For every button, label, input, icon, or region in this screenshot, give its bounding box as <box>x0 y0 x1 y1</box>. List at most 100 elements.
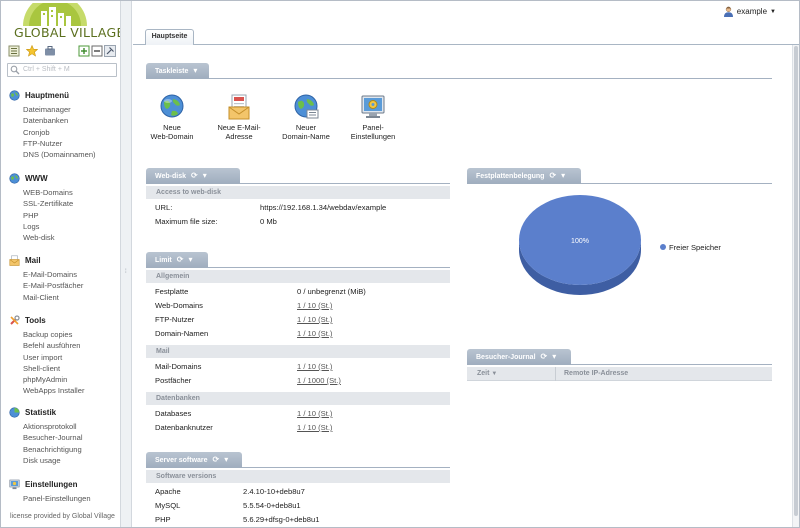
limit-row-link[interactable]: 1 / 1000 (St.) <box>297 374 341 388</box>
sidebar-item[interactable]: Backup copies <box>23 329 84 340</box>
limit-row-link[interactable]: 1 / 10 (St.) <box>297 360 332 374</box>
mail-icon <box>228 94 250 120</box>
sidebar-item[interactable]: Logs <box>23 221 73 232</box>
server-tab[interactable]: Server software ⟳ ▾ <box>146 452 242 468</box>
sidebar-section-title: Tools <box>25 315 46 325</box>
server-apache-label: Apache <box>155 487 181 496</box>
limit-row-link[interactable]: 1 / 10 (St.) <box>297 421 332 435</box>
chevron-down-icon[interactable]: ▾ <box>203 168 207 184</box>
vertical-scrollbar[interactable] <box>792 45 799 527</box>
list-view-icon[interactable] <box>8 45 20 57</box>
globe-icon <box>294 94 319 119</box>
refresh-icon[interactable]: ⟳ <box>549 168 556 184</box>
webdisk-tab[interactable]: Web-disk ⟳ ▾ <box>146 168 240 184</box>
pin-icon[interactable] <box>104 45 116 57</box>
sidebar-item[interactable]: Cronjob <box>23 127 96 138</box>
refresh-icon[interactable]: ⟳ <box>541 349 548 365</box>
sidebar-item[interactable]: Aktionsprotokoll <box>23 421 83 432</box>
journal-panel-header: Besucher-Journal ⟳ ▾ <box>467 349 772 365</box>
limit-row-link[interactable]: 1 / 10 (St.) <box>297 327 332 341</box>
sidebar-item-list: E-Mail-Domains E-Mail-Postfächer Mail-Clie… <box>23 269 83 303</box>
journal-col-ip[interactable]: Remote IP-Adresse <box>564 367 628 381</box>
sidebar-section-header[interactable]: Mail <box>9 253 83 267</box>
brand-logo[interactable]: GLOBAL VILLAGE <box>13 0 124 43</box>
limit-row-link[interactable]: 1 / 10 (St.) <box>297 299 332 313</box>
sidebar-item[interactable]: User import <box>23 352 84 363</box>
sidebar-item[interactable]: Web-disk <box>23 232 73 243</box>
limit-row-link[interactable]: 1 / 10 (St.) <box>297 407 332 421</box>
sidebar-item[interactable]: SSL-Zertifikate <box>23 198 73 209</box>
chevron-down-icon[interactable]: ▾ <box>224 452 228 468</box>
journal-tab[interactable]: Besucher-Journal ⟳ ▾ <box>467 349 571 365</box>
sidebar-item[interactable]: PHP <box>23 210 73 221</box>
sidebar-item[interactable]: Dateimanager <box>23 104 96 115</box>
limit-tab[interactable]: Limit ⟳ ▾ <box>146 252 208 268</box>
sidebar-item[interactable]: E-Mail-Postfächer <box>23 280 83 291</box>
sidebar-toolbar <box>1 43 120 60</box>
sidebar-item[interactable]: E-Mail-Domains <box>23 269 83 280</box>
disk-tab[interactable]: Festplattenbelegung ⟳ ▾ <box>467 168 581 184</box>
limit-row-label: Mail-Domains <box>155 362 202 371</box>
sidebar-section-header[interactable]: Einstellungen <box>9 477 91 491</box>
sidebar-item[interactable]: Datenbanken <box>23 115 96 126</box>
refresh-icon[interactable]: ⟳ <box>191 168 198 184</box>
webdisk-panel-header: Web-disk ⟳ ▾ <box>146 168 450 184</box>
sidebar-item[interactable]: Disk usage <box>23 455 83 466</box>
taskleiste-tab[interactable]: Taskleiste ▾ <box>146 63 209 79</box>
license-text: license provided by Global Village <box>10 513 115 520</box>
scrollbar-thumb[interactable] <box>794 46 798 516</box>
sidebar-item[interactable]: FTP-Nutzer <box>23 138 96 149</box>
chevron-down-icon[interactable]: ▾ <box>193 63 197 79</box>
server-mysql-label: MySQL <box>155 501 181 510</box>
search-icon <box>10 65 20 75</box>
sidebar-splitter[interactable]: ⁞ <box>120 1 132 527</box>
refresh-icon[interactable]: ⟳ <box>177 252 184 268</box>
journal-table-header: Zeit ▼ Remote IP-Adresse <box>467 367 772 381</box>
settings-icon <box>361 95 385 118</box>
chevron-down-icon[interactable]: ▾ <box>552 349 556 365</box>
sidebar-item[interactable]: WebApps Installer <box>23 385 84 396</box>
sidebar-section-3: Tools Backup copies Befehl ausführen User i… <box>9 313 84 397</box>
collapse-all-icon[interactable] <box>91 45 103 57</box>
user-icon <box>723 6 733 17</box>
star-icon[interactable] <box>26 45 38 57</box>
sidebar-item[interactable]: DNS (Domainnamen) <box>23 149 96 160</box>
sidebar-item-list: Backup copies Befehl ausführen User import… <box>23 329 84 397</box>
sort-down-icon: ▼ <box>491 371 498 377</box>
sidebar-section-header[interactable]: Hauptmenü <box>9 88 96 102</box>
expand-all-icon[interactable] <box>78 45 90 57</box>
limit-row-link[interactable]: 1 / 10 (St.) <box>297 313 332 327</box>
sidebar-item[interactable]: Shell-client <box>23 363 84 374</box>
search-input[interactable]: Ctrl + Shift + M <box>7 63 117 77</box>
limit-row-label: Web-Domains <box>155 301 203 310</box>
sidebar-item[interactable]: Benachrichtigung <box>23 444 83 455</box>
sidebar-item[interactable]: Panel-Einstellungen <box>23 493 91 504</box>
sidebar-item[interactable]: Befehl ausführen <box>23 340 84 351</box>
chevron-down-icon[interactable]: ▾ <box>561 168 565 184</box>
sidebar-item[interactable]: phpMyAdmin <box>23 374 84 385</box>
sidebar-section-header[interactable]: Statistik <box>9 405 83 419</box>
launcher-new-web-domain[interactable]: Neue Web-Domain <box>142 93 202 141</box>
sidebar-item-list: Panel-Einstellungen <box>23 493 91 504</box>
launcher-new-domain-name[interactable]: Neuer Domain-Name <box>276 93 336 141</box>
briefcase-icon[interactable] <box>44 45 56 57</box>
chevron-down-icon[interactable]: ▾ <box>188 252 192 268</box>
sidebar-item[interactable]: Mail-Client <box>23 292 83 303</box>
chart-icon <box>9 406 20 418</box>
journal-col-time[interactable]: Zeit ▼ <box>477 367 497 381</box>
sidebar-section-header[interactable]: WWW <box>9 171 73 185</box>
tab-hauptseite[interactable]: Hauptseite <box>145 29 194 45</box>
server-subheader: Software versions <box>146 470 450 483</box>
launcher-new-email-address[interactable]: Neue E-Mail- Adresse <box>209 93 269 141</box>
globe-icon <box>9 89 20 101</box>
launcher-panel-settings[interactable]: Panel- Einstellungen <box>343 93 403 141</box>
sidebar-item[interactable]: WEB-Domains <box>23 187 73 198</box>
launcher-label-1: Neue <box>163 123 181 132</box>
sidebar-item[interactable]: Besucher-Journal <box>23 432 83 443</box>
user-menu[interactable]: example ▼ <box>723 6 776 17</box>
sidebar-item-list: Aktionsprotokoll Besucher-Journal Benachri… <box>23 421 83 466</box>
sidebar: GLOBAL VILLAGE Ctrl + Shift + M Hauptmen… <box>1 0 124 527</box>
sidebar-section-header[interactable]: Tools <box>9 313 84 327</box>
refresh-icon[interactable]: ⟳ <box>213 452 220 468</box>
limit-row-label: Postfächer <box>155 376 192 385</box>
